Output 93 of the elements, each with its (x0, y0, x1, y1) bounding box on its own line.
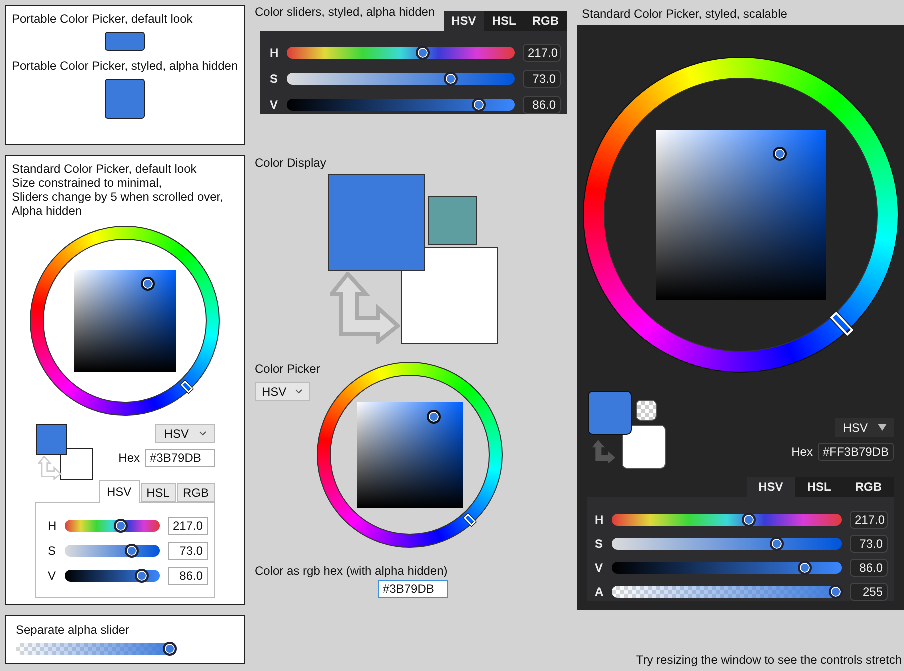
slider-label: V (595, 561, 604, 575)
tab[interactable]: HSV (98, 480, 140, 503)
hue-slider[interactable] (65, 520, 160, 532)
field-label: Color as rgb hex (with alpha hidden) (255, 564, 449, 578)
previous-color-swatch[interactable] (622, 425, 666, 469)
hex-field[interactable]: #FF3B79DB (818, 443, 894, 461)
slider-thumb[interactable] (114, 519, 128, 533)
slider-thumb[interactable] (798, 561, 812, 575)
value-slider[interactable] (612, 562, 842, 574)
saturation-slider[interactable] (287, 73, 515, 85)
color-thumb[interactable] (772, 146, 787, 161)
slider-thumb[interactable] (416, 46, 430, 60)
value-field[interactable]: 86.0 (523, 96, 561, 114)
hex-label: Hex (792, 445, 813, 459)
slider-label: V (270, 98, 279, 112)
mode-dropdown[interactable]: HSV (255, 382, 310, 401)
saturation-value-square[interactable] (357, 402, 463, 508)
color-thumb[interactable] (141, 277, 156, 292)
hue-handle[interactable] (830, 312, 854, 336)
slider-label: S (595, 537, 604, 551)
value-field[interactable]: 73.0 (168, 542, 208, 560)
tab[interactable]: HSL (140, 483, 176, 502)
triangle-down-icon (878, 424, 887, 431)
tab[interactable]: RGB (843, 477, 894, 497)
color-swatch[interactable] (105, 32, 145, 51)
previous-color-swatch[interactable] (401, 247, 498, 344)
hex-label: Hex (118, 451, 140, 465)
saturation-slider[interactable] (612, 538, 842, 550)
section-title: Color Picker (255, 362, 320, 376)
slider-label: H (595, 513, 604, 527)
hue-slider[interactable] (287, 47, 515, 59)
value-field[interactable]: 217.0 (523, 44, 561, 62)
tab[interactable]: RGB (524, 11, 567, 31)
slider-label: H (48, 519, 57, 533)
section-title: Portable Color Picker, styled, alpha hidden (12, 59, 238, 73)
section-title: Color sliders, styled, alpha hidden (255, 5, 436, 19)
section-title: Separate alpha slider (16, 623, 130, 637)
description-line: Size constrained to minimal, (12, 176, 164, 190)
chevron-down-icon (294, 389, 303, 394)
hint-text: Try resizing the window to see the controls stretch (636, 653, 902, 667)
value-field[interactable]: 86.0 (850, 559, 888, 577)
slider-thumb[interactable] (472, 98, 486, 112)
saturation-value-square[interactable] (656, 130, 826, 300)
hex-field[interactable]: #3B79DB (378, 580, 448, 598)
slider-label: A (595, 585, 604, 599)
tab[interactable]: HSV (444, 11, 484, 31)
current-color-swatch (588, 391, 632, 435)
previous-color-swatch[interactable] (60, 448, 93, 480)
description-line: Standard Color Picker, default look (12, 162, 198, 176)
hue-handle[interactable] (462, 511, 479, 528)
value-field[interactable]: 86.0 (168, 567, 208, 585)
hex-field[interactable]: #3B79DB (145, 449, 215, 467)
section-title: Portable Color Picker, default look (12, 12, 193, 26)
saturation-slider[interactable] (65, 545, 160, 557)
chevron-down-icon (199, 431, 207, 436)
value-field[interactable]: 255 (850, 583, 888, 601)
slider-label: S (270, 72, 279, 86)
alpha-slider[interactable] (16, 643, 176, 655)
slider-thumb[interactable] (163, 642, 177, 656)
value-slider[interactable] (65, 570, 160, 582)
description-line: Sliders change by 5 when scrolled over, (12, 190, 224, 204)
transparent-swatch (636, 400, 657, 421)
description-line: Alpha hidden (12, 204, 84, 218)
mode-dropdown[interactable]: HSV (155, 424, 215, 443)
hue-handle[interactable] (178, 378, 196, 396)
slider-label: V (48, 569, 57, 583)
value-field[interactable]: 217.0 (850, 511, 888, 529)
slider-thumb[interactable] (444, 72, 458, 86)
current-color-swatch (36, 424, 67, 455)
value-field[interactable]: 73.0 (850, 535, 888, 553)
value-field[interactable]: 73.0 (523, 70, 561, 88)
section-title: Standard Color Picker, styled, scalable (582, 7, 788, 21)
color-swatch[interactable] (105, 79, 145, 119)
tab[interactable]: RGB (176, 483, 215, 502)
value-field[interactable]: 217.0 (168, 517, 208, 535)
slider-label: H (270, 46, 279, 60)
slider-thumb[interactable] (770, 537, 784, 551)
hue-slider[interactable] (612, 514, 842, 526)
saturation-value-square[interactable] (74, 270, 176, 372)
hint-color-swatch (428, 196, 477, 245)
slider-thumb[interactable] (742, 513, 756, 527)
slider-thumb[interactable] (135, 569, 150, 583)
mode-dropdown[interactable]: HSV (835, 418, 894, 437)
color-thumb[interactable] (427, 410, 442, 424)
value-slider[interactable] (287, 99, 515, 111)
slider-label: S (48, 544, 57, 558)
slider-thumb[interactable] (829, 585, 843, 599)
alpha-slider[interactable] (612, 586, 842, 598)
section-title: Color Display (255, 156, 328, 170)
tab[interactable]: HSL (795, 477, 844, 497)
slider-thumb[interactable] (124, 544, 139, 558)
tab[interactable]: HSV (746, 477, 796, 497)
tab[interactable]: HSL (484, 11, 524, 31)
